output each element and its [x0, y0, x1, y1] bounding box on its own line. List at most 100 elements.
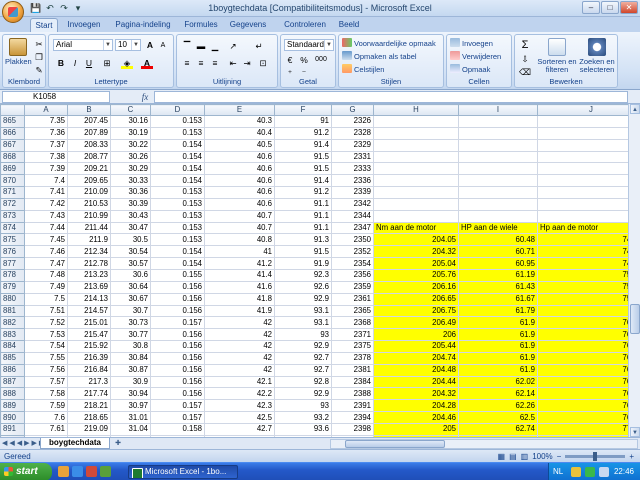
cell[interactable]: 62.5: [458, 411, 538, 424]
cell[interactable]: 7.46: [24, 245, 68, 259]
select-all-corner[interactable]: [0, 104, 25, 116]
cell[interactable]: 218.21: [67, 399, 111, 413]
row-header[interactable]: 891: [0, 422, 25, 436]
underline-button[interactable]: U: [83, 57, 95, 69]
cell[interactable]: 76.14: [537, 351, 628, 365]
tab-beeld[interactable]: Beeld: [334, 18, 364, 32]
worksheet-grid[interactable]: ABCDEFGHIJK 8657.35207.4530.160.15340.39…: [0, 104, 628, 437]
cell[interactable]: 30.97: [110, 399, 151, 413]
row-header[interactable]: 883: [0, 328, 25, 342]
cell[interactable]: 205.44: [373, 340, 459, 353]
row-header[interactable]: 873: [0, 209, 25, 223]
cell[interactable]: [458, 197, 538, 211]
cell[interactable]: 75.56: [537, 280, 628, 294]
cell[interactable]: 207.45: [67, 115, 111, 128]
row-header[interactable]: 877: [0, 257, 25, 270]
cell[interactable]: 211.9: [67, 233, 111, 247]
cell[interactable]: 61.9: [458, 351, 538, 365]
cell[interactable]: 2375: [331, 340, 374, 353]
cell[interactable]: 7.39: [24, 162, 68, 176]
row-header[interactable]: 872: [0, 197, 25, 211]
cell[interactable]: 2391: [331, 399, 374, 413]
cell[interactable]: 30.5: [110, 233, 151, 247]
cell[interactable]: 204.32: [373, 245, 459, 259]
row-header[interactable]: 886: [0, 363, 25, 377]
cell[interactable]: 2361: [331, 292, 374, 306]
cell[interactable]: 42: [204, 328, 275, 342]
row-header[interactable]: 888: [0, 387, 25, 401]
cell[interactable]: 2333: [331, 162, 374, 176]
align-center-icon[interactable]: ≡: [195, 57, 207, 69]
row-header[interactable]: 866: [0, 126, 25, 140]
cell[interactable]: 2381: [331, 363, 374, 377]
cell[interactable]: 42: [204, 363, 275, 377]
cell[interactable]: 76.29: [537, 375, 628, 389]
column-header[interactable]: G: [331, 104, 374, 116]
tray-volume-icon[interactable]: [599, 467, 609, 477]
row-header[interactable]: 865: [0, 115, 25, 128]
percent-button[interactable]: %: [298, 54, 310, 66]
tab-pagina-indeling[interactable]: Pagina-indeling: [110, 18, 176, 32]
cell[interactable]: 7.6: [24, 411, 68, 424]
cell[interactable]: [537, 138, 628, 152]
cell[interactable]: 30.26: [110, 150, 151, 164]
cell[interactable]: 7.36: [24, 126, 68, 140]
cell[interactable]: 216.39: [67, 351, 111, 365]
cell[interactable]: 0.156: [150, 280, 205, 294]
cell[interactable]: 42.2: [204, 387, 275, 401]
cell[interactable]: 40.8: [204, 233, 275, 247]
autosum-button[interactable]: Σ: [519, 39, 531, 51]
cell[interactable]: 60.95: [458, 257, 538, 270]
currency-icon[interactable]: €: [284, 54, 296, 66]
cell[interactable]: [458, 174, 538, 188]
cell[interactable]: [458, 150, 538, 164]
cell[interactable]: [373, 174, 459, 188]
cell[interactable]: 214.57: [67, 304, 111, 318]
row-header[interactable]: 882: [0, 316, 25, 330]
cell[interactable]: 7.38: [24, 150, 68, 164]
cell[interactable]: 0.153: [150, 186, 205, 199]
cell[interactable]: 30.84: [110, 351, 151, 365]
row-header[interactable]: 884: [0, 340, 25, 353]
row-header[interactable]: 875: [0, 233, 25, 247]
cell[interactable]: 91.5: [274, 245, 332, 259]
cell[interactable]: 76.14: [537, 340, 628, 353]
tab-invoegen[interactable]: Invoegen: [62, 18, 106, 32]
cell[interactable]: 42.7: [204, 422, 275, 436]
cell[interactable]: 77.17: [537, 422, 628, 436]
cell[interactable]: 211.44: [67, 221, 111, 235]
cell[interactable]: 2344: [331, 209, 374, 223]
row-header[interactable]: 880: [0, 292, 25, 306]
column-header[interactable]: F: [274, 104, 332, 116]
browser-icon[interactable]: [72, 466, 83, 477]
cell[interactable]: 0.156: [150, 363, 205, 377]
cell[interactable]: 76.58: [537, 399, 628, 413]
row-header[interactable]: 890: [0, 411, 25, 424]
cell[interactable]: 2336: [331, 174, 374, 188]
start-button[interactable]: start: [0, 463, 52, 480]
minimize-button[interactable]: –: [582, 1, 600, 14]
cell[interactable]: 41.4: [204, 268, 275, 282]
cell[interactable]: 62.14: [458, 387, 538, 401]
cell[interactable]: [458, 138, 538, 152]
cell[interactable]: 209.65: [67, 174, 111, 188]
cell[interactable]: 7.61: [24, 422, 68, 436]
cell[interactable]: 207.89: [67, 126, 111, 140]
merge-cells-icon[interactable]: ⊡: [257, 57, 269, 69]
cell[interactable]: 42.5: [204, 411, 275, 424]
cell[interactable]: 30.73: [110, 316, 151, 330]
cell[interactable]: 208.33: [67, 138, 111, 152]
cell[interactable]: 60.48: [458, 233, 538, 247]
cell[interactable]: 76: [537, 304, 628, 318]
tab-formules[interactable]: Formules: [180, 18, 222, 32]
cell[interactable]: 7.48: [24, 268, 68, 282]
cell[interactable]: 218.65: [67, 411, 111, 424]
cell[interactable]: 40.7: [204, 221, 275, 235]
sheet-tab-boygtechdata[interactable]: boygtechdata: [40, 438, 110, 449]
cell[interactable]: 42: [204, 340, 275, 353]
cell[interactable]: 91.4: [274, 138, 332, 152]
delete-cells-button[interactable]: Verwijderen: [450, 51, 501, 62]
cell[interactable]: 30.87: [110, 363, 151, 377]
cell[interactable]: 210.99: [67, 209, 111, 223]
column-header[interactable]: B: [67, 104, 111, 116]
